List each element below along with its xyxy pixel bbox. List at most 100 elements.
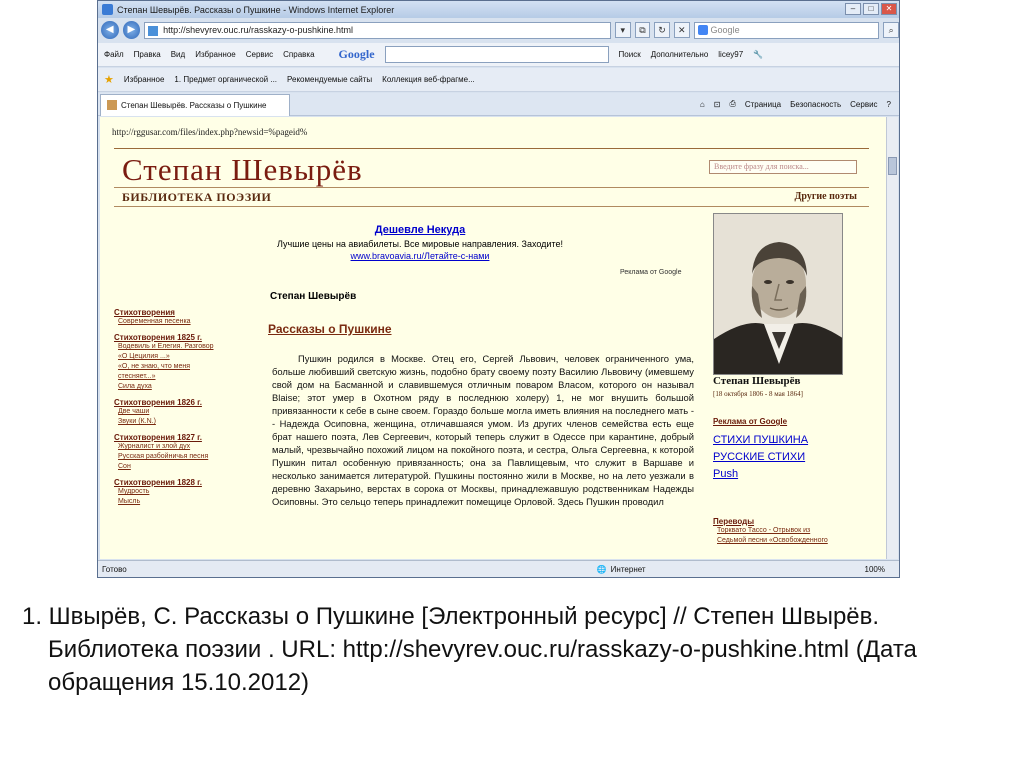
wrench-icon[interactable]: 🔧 bbox=[753, 50, 763, 59]
menu-favorites[interactable]: Избранное bbox=[195, 50, 236, 59]
translation-item[interactable]: Седьмой песни «Освобожденного bbox=[713, 536, 863, 546]
translations-block: Переводы Торквато Тассо - Отрывок из Сед… bbox=[713, 517, 863, 546]
ad-link[interactable]: Push bbox=[713, 466, 863, 483]
address-url: http://shevyrev.ouc.ru/rasskazy-o-pushki… bbox=[163, 24, 354, 35]
zone-text: Интернет bbox=[610, 565, 646, 574]
nav-header[interactable]: Стихотворения 1826 г. bbox=[114, 398, 254, 407]
minimize-button[interactable]: – bbox=[845, 3, 861, 15]
fav-item-3[interactable]: Коллекция веб-фрагме... bbox=[382, 75, 475, 84]
maximize-button[interactable]: □ bbox=[863, 3, 879, 15]
ad-description: Лучшие цены на авиабилеты. Все мировые н… bbox=[277, 239, 563, 249]
google-search-button[interactable]: Поиск bbox=[619, 50, 641, 59]
google-toolbar-logo: Google bbox=[338, 47, 375, 61]
translations-header[interactable]: Переводы bbox=[713, 517, 863, 526]
nav-item[interactable]: «О, не знаю, что меня bbox=[114, 362, 254, 372]
nav-header[interactable]: Стихотворения bbox=[114, 308, 254, 317]
print-icon[interactable]: ⎙ bbox=[729, 99, 735, 109]
title-bar: Степан Шевырёв. Рассказы о Пушкине - Win… bbox=[98, 1, 899, 18]
nav-item[interactable]: Сила духа bbox=[114, 382, 254, 392]
status-bar: Готово 🌐 Интернет 100% bbox=[98, 560, 899, 577]
nav-item[interactable]: Мысль bbox=[114, 497, 254, 507]
site-search-input[interactable]: Введите фразу для поиска... bbox=[709, 160, 857, 174]
nav-item[interactable]: Журналист и злой дух bbox=[114, 442, 254, 452]
search-placeholder: Google bbox=[710, 24, 740, 35]
site-header: Степан Шевырёв Введите фразу для поиска.… bbox=[114, 148, 869, 187]
globe-icon: 🌐 bbox=[596, 565, 607, 574]
zoom-level[interactable]: 100% bbox=[865, 565, 885, 574]
search-input[interactable]: Google bbox=[693, 21, 880, 39]
scroll-thumb[interactable] bbox=[888, 157, 897, 175]
translation-item[interactable]: Торквато Тассо - Отрывок из bbox=[713, 526, 863, 536]
author-portrait bbox=[713, 213, 843, 375]
menu-help[interactable]: Справка bbox=[283, 50, 314, 59]
ad-link[interactable]: СТИХИ ПУШКИНА bbox=[713, 432, 863, 449]
ad-link[interactable]: РУССКИЕ СТИХИ bbox=[713, 449, 863, 466]
nav-header[interactable]: Стихотворения 1825 г. bbox=[114, 333, 254, 342]
vertical-scrollbar[interactable] bbox=[886, 117, 898, 559]
portrait-caption: Степан Шевырёв bbox=[713, 375, 801, 387]
safety-menu[interactable]: Безопасность bbox=[790, 100, 841, 109]
fav-item-1[interactable]: 1. Предмет органической ... bbox=[174, 75, 277, 84]
forward-button[interactable]: ▶ bbox=[122, 21, 141, 39]
ie-logo-icon bbox=[102, 4, 113, 15]
compat-view-icon[interactable]: ⧉ bbox=[634, 22, 651, 38]
ad-block: Дешевле Некуда Лучшие цены на авиабилеты… bbox=[230, 224, 610, 261]
status-text: Готово bbox=[102, 565, 127, 574]
portrait-dates: [18 октября 1806 - 8 мая 1864] bbox=[713, 390, 803, 398]
feeds-icon[interactable]: ⊡ bbox=[714, 100, 721, 109]
page-content: http://rggusar.com/files/index.php?newsi… bbox=[100, 117, 886, 559]
google-toolbar-input[interactable] bbox=[384, 46, 609, 63]
nav-item[interactable]: «О Цецилия ...» bbox=[114, 352, 254, 362]
nav-item[interactable]: Две чаши bbox=[114, 407, 254, 417]
nav-item[interactable]: Русская разбойничья песня bbox=[114, 452, 254, 462]
nav-item[interactable]: Мудрость bbox=[114, 487, 254, 497]
dropdown-arrow-icon[interactable]: ▾ bbox=[614, 22, 631, 38]
ad-title[interactable]: Дешевле Некуда bbox=[230, 224, 610, 236]
site-icon bbox=[107, 100, 117, 110]
work-title[interactable]: Рассказы о Пушкине bbox=[268, 322, 392, 336]
home-icon[interactable]: ⌂ bbox=[700, 100, 705, 109]
command-bar: ⌂ ⊡ ⎙ Страница Безопасность Сервис ? bbox=[700, 99, 899, 109]
nav-item[interactable]: Водевиль и Елегия. Разговор bbox=[114, 342, 254, 352]
tab-title: Степан Шевырёв. Рассказы о Пушкине bbox=[121, 100, 267, 110]
article-body: Пушкин родился в Москве. Отец его, Серге… bbox=[272, 353, 694, 507]
site-title: Степан Шевырёв bbox=[122, 152, 363, 187]
stop-icon[interactable]: ✕ bbox=[673, 22, 690, 38]
menu-edit[interactable]: Правка bbox=[134, 50, 161, 59]
menu-bar: Файл Правка Вид Избранное Сервис Справка… bbox=[98, 43, 899, 67]
nav-item[interactable]: Сон bbox=[114, 462, 254, 472]
menu-file[interactable]: Файл bbox=[104, 50, 124, 59]
other-poets-link[interactable]: Другие поэты bbox=[795, 191, 857, 202]
ad-url[interactable]: www.bravoavia.ru/Летайте-с-нами bbox=[230, 251, 610, 261]
address-bar[interactable]: http://shevyrev.ouc.ru/rasskazy-o-pushki… bbox=[144, 21, 611, 39]
back-button[interactable]: ◀ bbox=[101, 21, 119, 39]
help-icon[interactable]: ? bbox=[887, 100, 891, 109]
refresh-icon[interactable]: ↻ bbox=[654, 22, 670, 38]
star-icon: ★ bbox=[104, 74, 114, 86]
nav-item[interactable]: Современная песенка bbox=[114, 317, 254, 327]
library-label: БИБЛИОТЕКА ПОЭЗИИ bbox=[122, 190, 272, 204]
nav-header[interactable]: Стихотворения 1827 г. bbox=[114, 433, 254, 442]
magnifier-icon[interactable]: ⌕ bbox=[883, 22, 899, 38]
nav-header[interactable]: Стихотворения 1828 г. bbox=[114, 478, 254, 487]
ads-by-google[interactable]: Реклама от Google bbox=[620, 269, 682, 276]
nav-item[interactable]: Звуки (К.N.) bbox=[114, 417, 254, 427]
menu-view[interactable]: Вид bbox=[171, 50, 185, 59]
more-button[interactable]: Дополнительно bbox=[651, 50, 709, 59]
active-tab[interactable]: Степан Шевырёв. Рассказы о Пушкине bbox=[100, 93, 290, 116]
right-ads: Реклама от Google СТИХИ ПУШКИНА РУССКИЕ … bbox=[713, 417, 863, 483]
favorites-bar: ★ Избранное 1. Предмет органической ... … bbox=[98, 68, 899, 92]
nav-item[interactable]: стесняет...» bbox=[114, 372, 254, 382]
tools-menu[interactable]: Сервис bbox=[850, 100, 877, 109]
google-search-icon bbox=[697, 24, 708, 35]
favorites-button[interactable]: Избранное bbox=[124, 75, 165, 84]
menu-tools[interactable]: Сервис bbox=[246, 50, 273, 59]
user-account[interactable]: licey97 bbox=[718, 50, 743, 59]
address-row: ◀ ▶ http://shevyrev.ouc.ru/rasskazy-o-pu… bbox=[98, 18, 899, 42]
left-nav: Стихотворения Современная песенка Стихот… bbox=[114, 302, 254, 507]
fav-item-2[interactable]: Рекомендуемые сайты bbox=[287, 75, 372, 84]
close-button[interactable]: ✕ bbox=[881, 3, 897, 15]
page-menu[interactable]: Страница bbox=[745, 100, 781, 109]
right-ads-header[interactable]: Реклама от Google bbox=[713, 417, 863, 426]
window-title: Степан Шевырёв. Рассказы о Пушкине - Win… bbox=[117, 4, 395, 15]
